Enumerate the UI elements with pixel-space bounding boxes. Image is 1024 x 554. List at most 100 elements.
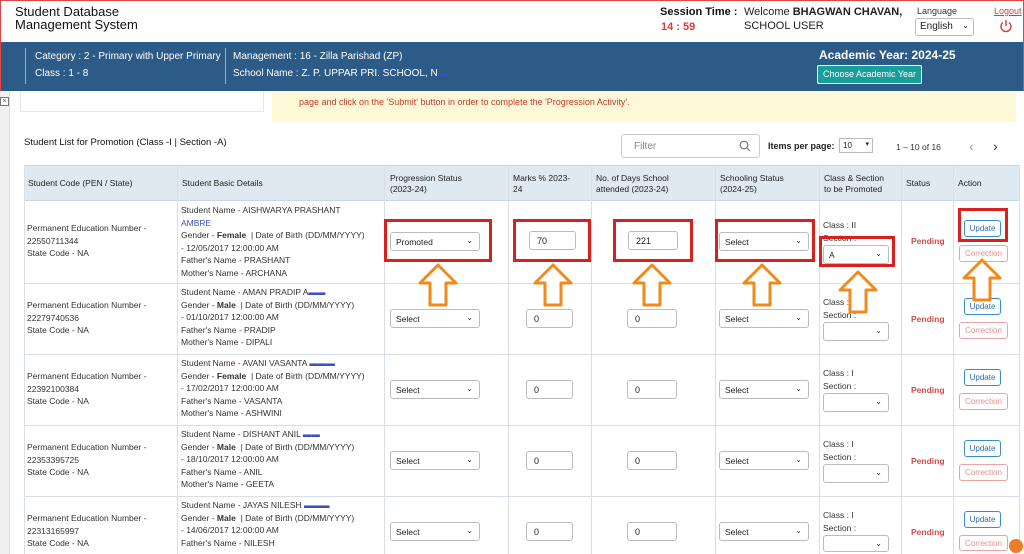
highlight-box xyxy=(715,219,815,262)
table-header: Student Code (PEN / State) Student Basic… xyxy=(24,165,1020,201)
school-name-text: School Name : Z. P. UPPAR PRI. SCHOOL, N… xyxy=(233,68,448,79)
chevron-down-icon: ⌄ xyxy=(795,384,802,393)
marks-input[interactable]: 0 xyxy=(526,451,573,470)
progression-status-select[interactable]: Select ⌄ xyxy=(390,522,480,541)
column-header-details: Student Basic Details xyxy=(182,178,263,188)
days-attended-input[interactable]: 0 xyxy=(627,309,677,328)
previous-page-icon[interactable]: ‹ xyxy=(969,139,974,153)
status-badge: Pending xyxy=(911,527,945,537)
progression-status-select[interactable]: Select ⌄ xyxy=(390,309,480,328)
section-select[interactable]: ⌄ xyxy=(823,535,889,552)
chevron-down-icon: ⌄ xyxy=(795,313,802,322)
notice-banner: page and click on the 'Submit' button in… xyxy=(272,91,1016,122)
chevron-down-icon: ⌄ xyxy=(466,313,473,322)
correction-button[interactable]: Correction xyxy=(959,393,1008,410)
chevron-down-icon: ⌄ xyxy=(875,539,882,548)
power-icon[interactable] xyxy=(999,19,1013,33)
highlight-box xyxy=(819,236,895,267)
arrow-up-icon xyxy=(962,258,1002,302)
days-attended-input[interactable]: 0 xyxy=(627,451,677,470)
session-label: Session Time : xyxy=(660,6,738,18)
days-attended-input[interactable]: 0 xyxy=(627,380,677,399)
category-text: Category : 2 - Primary with Upper Primar… xyxy=(35,51,221,62)
status-badge: Pending xyxy=(911,236,945,246)
user-name: BHAGWAN CHAVAN, xyxy=(792,6,903,18)
update-button[interactable]: Update xyxy=(964,440,1001,457)
marks-input[interactable]: 0 xyxy=(526,380,573,399)
table-row: Permanent Education Number - 22313165997… xyxy=(24,497,1020,554)
logout-link[interactable]: Logout xyxy=(994,6,1022,16)
schooling-status-select[interactable]: Select ⌄ xyxy=(719,309,809,328)
divider xyxy=(225,48,226,84)
close-icon[interactable]: × xyxy=(0,97,9,106)
student-details: Student Name - AISHWARYA PRASHANT AMBRE … xyxy=(181,205,365,278)
list-title: Student List for Promotion (Class -I | S… xyxy=(24,137,227,148)
student-code: Permanent Education Number - 22550711344… xyxy=(27,223,147,258)
language-label: Language xyxy=(917,6,958,16)
highlight-box xyxy=(613,219,693,262)
column-header-marks: Marks % 2023- 24 xyxy=(513,173,571,194)
app-title: Student Database Management System xyxy=(15,4,138,32)
column-header-action: Action xyxy=(958,178,982,188)
chevron-down-icon: ▾ xyxy=(865,141,869,148)
marks-input[interactable]: 0 xyxy=(526,309,573,328)
section-select[interactable]: ⌄ xyxy=(823,322,889,341)
promote-class: Class : I xyxy=(823,368,854,378)
correction-button[interactable]: Correction xyxy=(959,322,1008,339)
next-page-icon[interactable]: › xyxy=(993,139,998,153)
section-select[interactable]: ⌄ xyxy=(823,464,889,483)
column-header-status: Status xyxy=(906,178,931,188)
status-badge: Pending xyxy=(911,385,945,395)
arrow-up-icon xyxy=(838,270,878,314)
items-per-page-select[interactable]: 10 ▾ xyxy=(839,138,873,153)
chevron-down-icon: ⌄ xyxy=(466,384,473,393)
student-details: Student Name - JAYAS NILESH ▬▬▬ Gender -… xyxy=(181,500,355,548)
promote-class: Class : I xyxy=(823,439,854,449)
chevron-down-icon: ⌄ xyxy=(795,526,802,535)
update-button[interactable]: Update xyxy=(964,511,1001,528)
student-details: Student Name - AVANI VASANTA ▬▬▬ Gender … xyxy=(181,358,365,418)
student-details: Student Name - DISHANT ANIL ▬▬ Gender - … xyxy=(181,429,355,489)
academic-year: Academic Year: 2024-25 xyxy=(819,48,956,62)
days-attended-input[interactable]: 0 xyxy=(627,522,677,541)
promote-class: Class : II xyxy=(823,220,857,230)
table-row: Permanent Education Number - 22353395725… xyxy=(24,426,1020,497)
section-select[interactable]: ⌄ xyxy=(823,393,889,412)
progression-status-select[interactable]: Select ⌄ xyxy=(390,451,480,470)
table-row: Permanent Education Number - 22392100384… xyxy=(24,355,1020,426)
search-icon xyxy=(739,140,751,152)
scroll-to-top-icon[interactable] xyxy=(1009,539,1023,553)
chevron-down-icon: ⌄ xyxy=(466,455,473,464)
correction-button[interactable]: Correction xyxy=(959,535,1008,551)
highlight-box xyxy=(958,208,1008,242)
session-timer: 14 : 59 xyxy=(661,21,696,33)
update-button[interactable]: Update xyxy=(964,369,1001,386)
status-badge: Pending xyxy=(911,314,945,324)
student-code: Permanent Education Number - 22353395725… xyxy=(27,442,147,477)
app-header: Student Database Management System Sessi… xyxy=(0,0,1024,42)
choose-academic-year-button[interactable]: Choose Academic Year xyxy=(817,65,922,84)
progression-status-select[interactable]: Select ⌄ xyxy=(390,380,480,399)
user-type: SCHOOL USER xyxy=(744,20,824,32)
panel xyxy=(20,91,264,112)
marks-input[interactable]: 0 xyxy=(526,522,573,541)
chevron-down-icon: ⌄ xyxy=(875,397,882,406)
highlight-box xyxy=(384,219,492,262)
class-text: Class : 1 - 8 xyxy=(35,68,89,79)
language-select[interactable]: English ⌄ xyxy=(915,18,974,36)
section-label: Section : xyxy=(823,381,857,391)
schooling-status-select[interactable]: Select ⌄ xyxy=(719,522,809,541)
column-header-schooling: Schooling Status (2024-25) xyxy=(720,173,784,194)
correction-button[interactable]: Correction xyxy=(959,464,1008,481)
schooling-status-select[interactable]: Select ⌄ xyxy=(719,451,809,470)
chevron-down-icon: ⌄ xyxy=(795,455,802,464)
student-code: Permanent Education Number - 22392100384… xyxy=(27,371,147,406)
items-per-page-label: Items per page: xyxy=(768,141,835,151)
schooling-status-select[interactable]: Select ⌄ xyxy=(719,380,809,399)
student-code: Permanent Education Number - 22279740536… xyxy=(27,300,147,335)
filter-input[interactable]: Filter xyxy=(621,134,760,158)
chevron-down-icon: ⌄ xyxy=(875,326,882,335)
left-strip xyxy=(0,91,10,554)
student-code: Permanent Education Number - 22313165997… xyxy=(27,513,147,548)
column-header-code: Student Code (PEN / State) xyxy=(28,178,133,188)
